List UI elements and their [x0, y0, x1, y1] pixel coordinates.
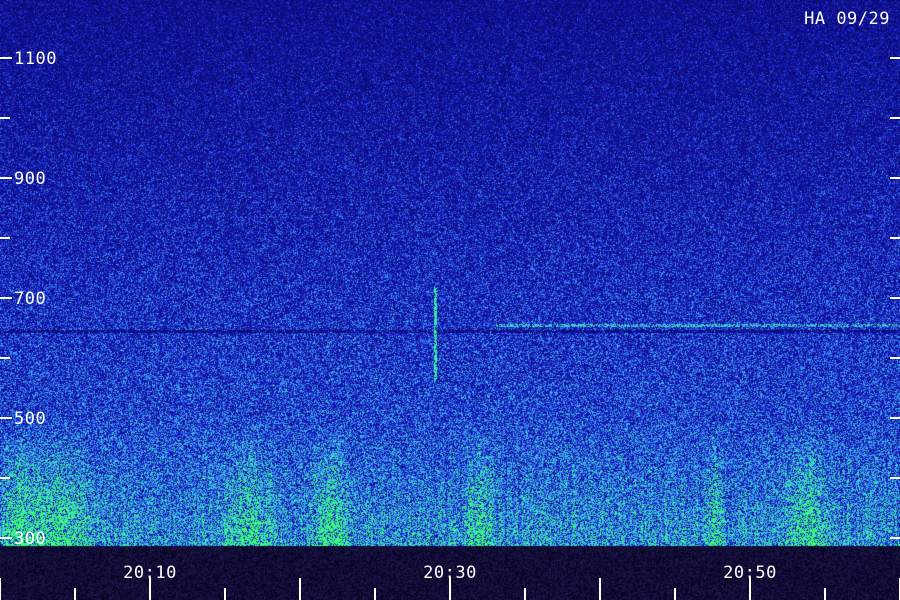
y-tick-label: 900	[14, 169, 46, 189]
y-tick-label: 500	[14, 409, 46, 429]
x-tick-label: 20:30	[423, 563, 477, 583]
axis-overlay: HA 09/29 1100 900 700 500 300 20:10 20:30 20:5…	[0, 9, 900, 600]
y-tick-label: 300	[14, 529, 46, 549]
x-tick-label: 20:50	[723, 563, 777, 583]
station-label: HA 09/29	[804, 9, 890, 29]
x-axis: 20:10 20:30 20:50	[0, 563, 900, 600]
y-axis: 1100 900 700 500 300	[0, 49, 900, 549]
y-tick-label: 700	[14, 289, 46, 309]
y-tick-label: 1100	[14, 49, 57, 69]
x-tick-label: 20:10	[123, 563, 177, 583]
spectrogram-viewer: HA 09/29 1100 900 700 500 300 20:10 20:30 20:5…	[0, 0, 900, 600]
